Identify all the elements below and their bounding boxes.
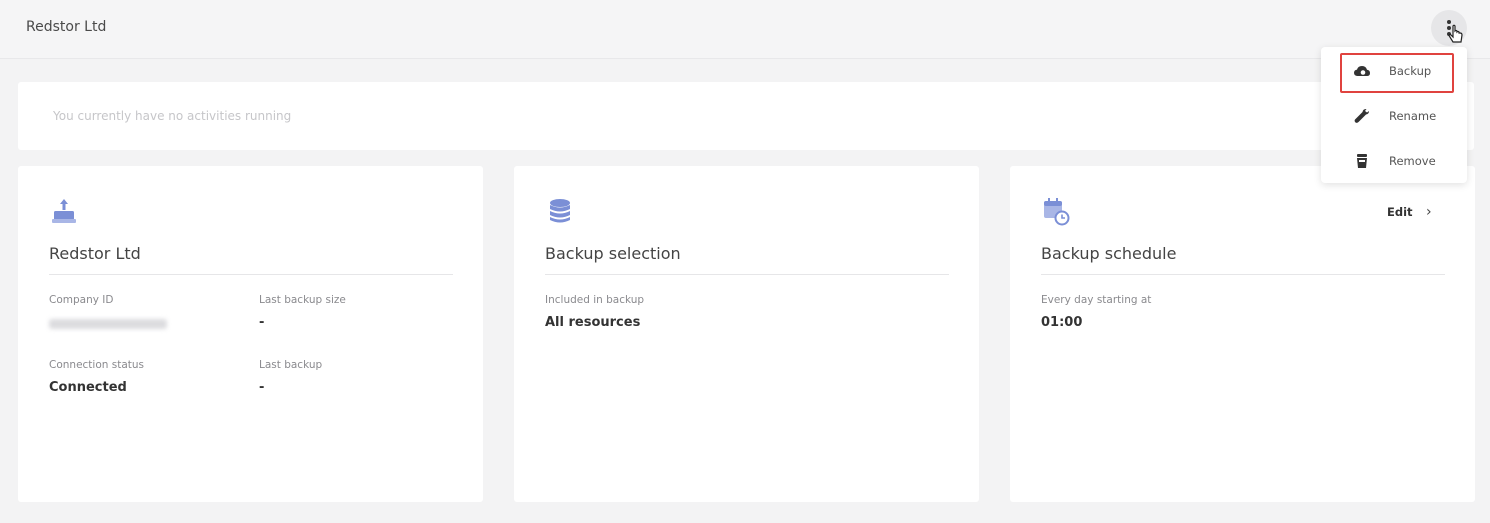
last-backup-value: - <box>259 380 265 395</box>
hand-cursor-icon <box>1448 24 1463 43</box>
company-id-value-redacted <box>49 319 167 329</box>
database-icon <box>550 199 570 223</box>
backup-selection-card: Backup selection Included in backup All … <box>514 166 979 502</box>
last-backup-size-value: - <box>259 315 265 330</box>
activity-panel: You currently have no activities running <box>18 82 1474 150</box>
divider <box>49 274 453 275</box>
backup-highlight-box <box>1340 53 1454 93</box>
included-in-backup-label: Included in backup <box>545 294 645 306</box>
backup-selection-title: Backup selection <box>545 244 681 263</box>
activity-status-text: You currently have no activities running <box>53 109 292 123</box>
backup-schedule-card: Edit › Backup schedule Every day startin… <box>1010 166 1475 502</box>
wrench-icon <box>1354 109 1369 123</box>
menu-item-label: Remove <box>1389 154 1436 168</box>
menu-item-label: Rename <box>1389 109 1437 123</box>
trash-icon <box>1357 154 1367 168</box>
company-card-title: Redstor Ltd <box>49 244 141 263</box>
upload-tray-icon <box>52 199 76 223</box>
menu-item-rename[interactable]: Rename <box>1321 97 1467 135</box>
divider <box>545 274 949 275</box>
connection-status-label: Connection status <box>49 359 145 371</box>
page-title: Redstor Ltd <box>26 19 107 35</box>
edit-schedule-link[interactable]: Edit <box>1387 205 1413 219</box>
company-id-label: Company ID <box>49 294 114 306</box>
included-in-backup-value: All resources <box>545 315 641 330</box>
calendar-clock-icon <box>1044 198 1070 226</box>
schedule-time-value: 01:00 <box>1041 315 1083 330</box>
menu-item-remove[interactable]: Remove <box>1321 142 1467 180</box>
last-backup-label: Last backup <box>259 359 323 371</box>
backup-schedule-title: Backup schedule <box>1041 244 1177 263</box>
chevron-right-icon[interactable]: › <box>1426 204 1432 220</box>
company-card: Redstor Ltd Company ID Last backup size … <box>18 166 483 502</box>
connection-status-value: Connected <box>49 380 127 395</box>
divider <box>1041 274 1445 275</box>
last-backup-size-label: Last backup size <box>259 294 346 306</box>
top-bar: Redstor Ltd <box>0 0 1490 59</box>
schedule-frequency-label: Every day starting at <box>1041 294 1152 306</box>
